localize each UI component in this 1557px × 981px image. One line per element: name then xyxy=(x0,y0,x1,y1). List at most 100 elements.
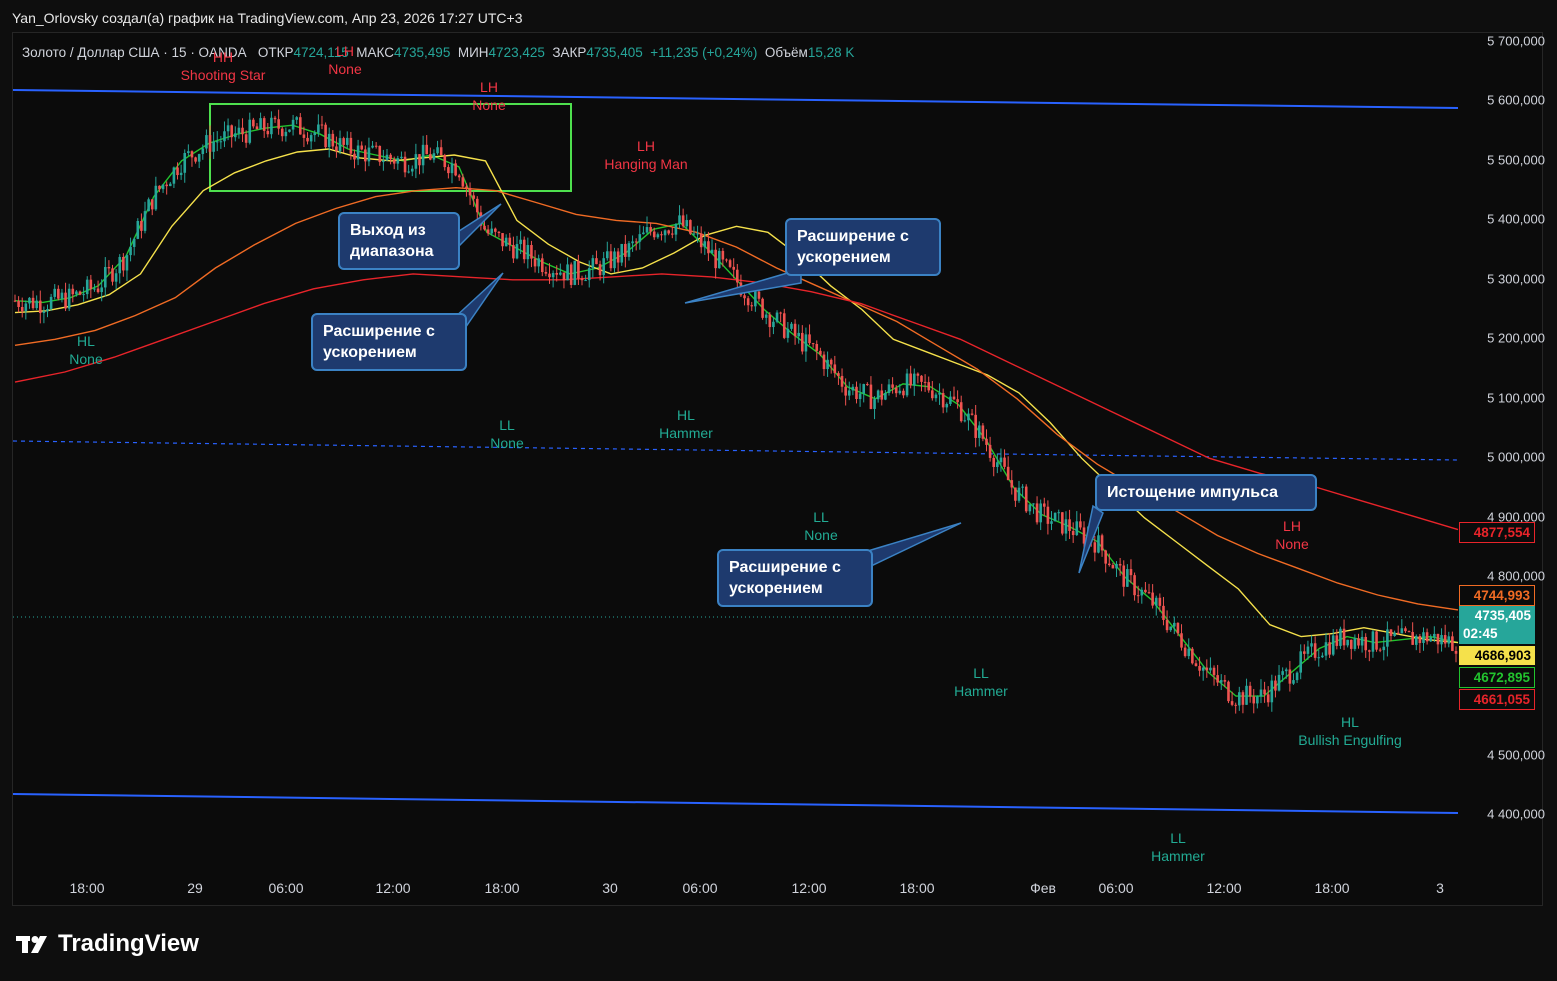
candle-body xyxy=(259,118,262,130)
candle-body xyxy=(89,279,93,290)
candle-body xyxy=(1165,619,1169,631)
candle-body xyxy=(475,198,479,213)
candle-body xyxy=(866,384,869,386)
candle-body xyxy=(569,264,573,285)
candle-body xyxy=(1353,638,1357,649)
candle-body xyxy=(432,153,436,160)
candle-body xyxy=(1180,633,1183,648)
price-chart[interactable] xyxy=(13,33,1544,907)
candle-body xyxy=(649,227,652,232)
channel-lower-line xyxy=(13,793,1459,814)
price-badge: 4672,895 xyxy=(1459,667,1535,688)
candle-body xyxy=(367,147,371,162)
symbol-info-line: Золото / Доллар США · 15 · OANDA ОТКР472… xyxy=(22,45,854,60)
candle-body xyxy=(1349,639,1353,649)
price-tick-label: 4 500,000 xyxy=(1487,747,1545,763)
candle-body xyxy=(266,130,270,135)
candle-body xyxy=(537,258,540,267)
chart-area[interactable] xyxy=(12,32,1543,906)
candle-body xyxy=(1169,626,1172,631)
candle-body xyxy=(1277,674,1281,691)
price-badge: 4744,993 xyxy=(1459,585,1535,606)
candle-body xyxy=(201,148,205,155)
pivot-label: HL None xyxy=(69,333,103,367)
candle-body xyxy=(1035,503,1039,523)
candle-body xyxy=(158,185,161,190)
pivot-label: LH Hanging Man xyxy=(604,138,688,172)
candle-body xyxy=(685,220,689,227)
price-badge: 4661,055 xyxy=(1459,689,1535,710)
candle-body xyxy=(205,135,208,149)
candle-body xyxy=(1219,680,1223,683)
candle-body xyxy=(1039,503,1042,523)
candle-body xyxy=(67,288,71,309)
candle-body xyxy=(1386,629,1389,647)
candle-body xyxy=(717,250,721,269)
candle-body xyxy=(652,231,656,238)
candle-body xyxy=(1360,636,1364,646)
candle-body xyxy=(1339,628,1342,646)
candle-body xyxy=(71,288,75,295)
candle-body xyxy=(385,154,389,161)
candle-body xyxy=(100,287,103,293)
candle-body xyxy=(60,292,64,299)
candle-body xyxy=(1371,631,1375,652)
callout-range-exit[interactable]: Выход из диапазона xyxy=(338,212,460,270)
candle-body xyxy=(338,138,342,152)
candle-body xyxy=(17,300,20,307)
candle-body xyxy=(977,425,981,438)
attribution-text: Yan_Orlovsky создал(а) график на Trading… xyxy=(12,10,523,26)
candle-body xyxy=(1400,628,1404,634)
ema-fast-line xyxy=(14,124,1459,697)
candle-body xyxy=(403,156,407,173)
candle-body xyxy=(544,272,548,274)
dashed-trend-line xyxy=(13,440,1459,461)
callout-exhaustion[interactable]: Истощение импульса xyxy=(1095,474,1317,511)
candle-body xyxy=(1378,649,1382,651)
candle-body xyxy=(674,224,678,235)
time-tick-label: 06:00 xyxy=(1098,880,1134,896)
candle-body xyxy=(284,131,288,137)
candle-body xyxy=(309,135,313,142)
candle-body xyxy=(1331,635,1335,655)
candle-body xyxy=(302,134,306,138)
candle-body xyxy=(1140,589,1144,596)
candle-body xyxy=(234,133,237,138)
callout-acceleration-1[interactable]: Расширение с ускорением xyxy=(311,313,467,371)
candle-body xyxy=(125,255,129,271)
candle-body xyxy=(822,354,826,370)
candle-body xyxy=(270,117,273,135)
candle-body xyxy=(407,171,410,173)
candle-body xyxy=(49,296,53,310)
candle-body xyxy=(876,390,880,400)
candle-body xyxy=(988,444,992,458)
candle-body xyxy=(277,119,280,129)
candle-body xyxy=(1335,635,1339,646)
candle-body xyxy=(508,237,512,246)
candle-body xyxy=(486,229,490,234)
candle-body xyxy=(768,314,772,328)
ema-slow-line xyxy=(14,186,1459,611)
candle-body xyxy=(934,394,938,399)
candle-body xyxy=(1321,655,1324,658)
candle-body xyxy=(1176,622,1180,634)
candle-body xyxy=(999,457,1003,463)
price-tick-label: 5 100,000 xyxy=(1487,390,1545,406)
candle-body xyxy=(790,323,793,329)
candle-body xyxy=(38,300,42,313)
candle-body xyxy=(172,167,176,184)
callout-acceleration-2[interactable]: Расширение с ускорением xyxy=(785,218,941,276)
candle-body xyxy=(1122,565,1126,587)
callout-acceleration-3[interactable]: Расширение с ускорением xyxy=(717,549,873,607)
candle-body xyxy=(335,146,338,152)
candle-body xyxy=(439,147,443,156)
candle-body xyxy=(945,403,949,408)
candle-body xyxy=(880,390,884,400)
candle-body xyxy=(223,131,226,142)
candle-body xyxy=(663,230,667,236)
candle-body xyxy=(847,390,851,396)
candle-body xyxy=(82,294,85,296)
candle-body xyxy=(931,390,934,399)
candle-body xyxy=(642,232,645,235)
candle-body xyxy=(949,396,952,404)
